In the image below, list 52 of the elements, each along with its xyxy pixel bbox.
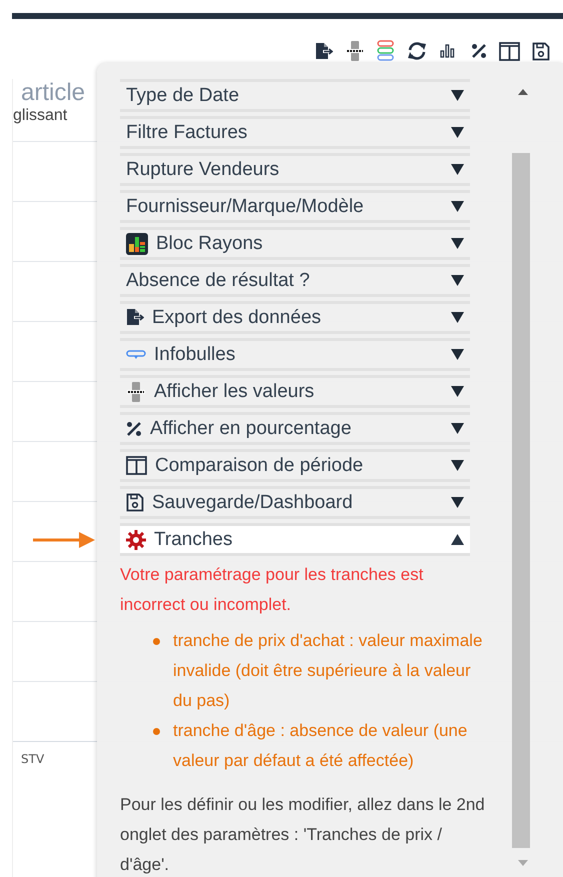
issue-text: tranche de prix d'achat : valeur maximale invalide (doit être supérieure à la valeur du pas) [173,630,484,712]
accordion-header[interactable]: Absence de résultat ? [120,264,470,297]
issue-text: tranche d'âge : absence de valeur (une valeur par défaut a été affectée) [173,720,468,772]
accordion-header[interactable]: Afficher en pourcentage [120,412,470,445]
accordion-header[interactable]: Rupture Vendeurs [120,153,470,186]
tooltip-stack-icon [376,40,396,62]
block-chart-icon [126,232,148,254]
price-tag-icon [344,41,364,61]
columns-icon [499,42,520,60]
bullet-icon [153,728,160,735]
arrow-icon [33,531,95,549]
accordion-header[interactable]: Fournisseur/Marque/Modèle [120,190,470,223]
caret-down-icon [451,460,464,471]
accordion-header[interactable]: Filtre Factures [120,116,470,149]
caret-down-icon [451,423,464,434]
accordion-header[interactable]: Bloc Rayons [120,227,470,260]
percent-icon [126,420,142,436]
caret-down-icon [451,164,464,175]
save-icon [532,42,550,60]
accordion-header[interactable]: Comparaison de période [120,449,470,482]
save-icon [126,493,144,512]
columns-icon [126,456,147,475]
accordion-header[interactable]: Infobulles [120,338,470,371]
caret-down-icon [451,497,464,508]
caret-down-icon [451,127,464,138]
caret-down-icon [451,312,464,323]
accordion-header[interactable]: Type de Date [120,79,470,112]
refresh-icon [406,42,426,60]
tooltip-icon [126,350,146,360]
accordion-header[interactable]: Export des données [120,301,470,334]
accordion-header[interactable]: Afficher les valeurs [120,375,470,408]
subheading: glissant [13,107,68,125]
caret-down-icon [451,349,464,360]
row-label: STV [21,752,44,766]
caret-down-icon [451,275,464,286]
caret-down-icon [451,238,464,249]
caret-down-icon [451,201,464,212]
accordion-header[interactable]: Sauvegarde/Dashboard [120,486,470,519]
bar-chart-icon [440,44,456,58]
caret-up-icon [451,534,464,545]
gear-icon [126,530,146,550]
export-icon [314,42,332,60]
page-heading: article [21,79,86,107]
accordion-header[interactable]: Tranches [120,523,470,556]
hint-text: Pour les définir ou les modifier, allez dans le 2nd onglet des paramètres : 'Tranches de prix / d'âge'. [120,794,486,876]
caret-down-icon [451,386,464,397]
error-message: Votre paramétrage pour les tranches est incorrect ou incomplet. [120,564,424,616]
export-icon [126,309,144,326]
bullet-icon [153,638,160,645]
price-tag-icon [126,382,146,402]
caret-down-icon [451,90,464,101]
percent-icon [470,43,486,59]
